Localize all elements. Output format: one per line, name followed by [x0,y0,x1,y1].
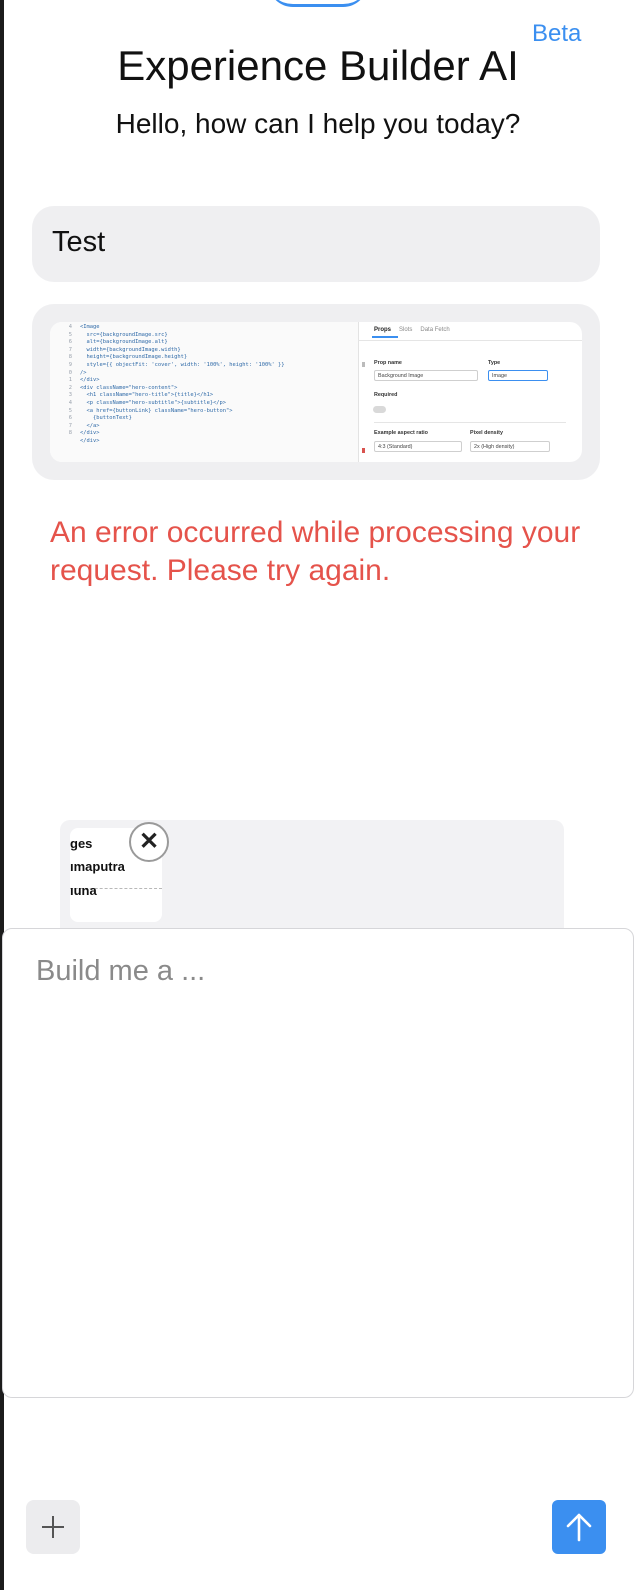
code-line: </div> [50,438,358,446]
attachment-text-line: ges [70,836,93,851]
code-line: 2 <div className="hero-content"> [50,385,358,393]
prompt-input[interactable] [36,955,596,1355]
code-line: 8 height={backgroundImage.height} [50,354,358,362]
page-subtitle: Hello, how can I help you today? [115,108,521,139]
code-text: {buttonText} [80,415,132,422]
code-line: 3 <h1 className="hero-title">{title}</h1… [50,392,358,400]
code-text: </div> [80,437,100,444]
prompt-composer [2,928,634,1398]
code-line: 0 /> [50,370,358,378]
send-button[interactable] [552,1500,606,1554]
code-text: </div> [80,377,100,384]
error-message: An error occurred while processing your … [50,516,581,587]
user-image-message: 4 <Image 5 src={backgroundImage.src} 6 alt=… [32,304,600,480]
logo-arc-icon [268,0,368,7]
code-line: 4 <Image [50,324,358,332]
required-label: Required [374,392,398,398]
code-text: src={backgroundImage.src} [80,331,168,338]
code-text: </a> [80,422,100,429]
aspect-ratio-label: Example aspect ratio [374,430,428,436]
prop-name-label: Prop name [374,360,402,366]
tab-data-fetch: Data Fetch [420,327,450,333]
attachment-text-line: ımaputra [70,859,125,874]
line-number: 6 [68,415,72,422]
arrow-up-icon [566,1513,592,1542]
code-text: width={backgroundImage.width} [80,346,181,353]
active-tab-indicator [372,336,398,338]
tab-slots: Slots [399,327,413,333]
line-number: 0 [68,369,72,376]
add-attachment-button[interactable] [26,1500,80,1554]
code-text: height={backgroundImage.height} [80,354,188,361]
code-text: alt={backgroundImage.alt} [80,339,168,346]
type-label: Type [488,360,501,366]
code-text: </div> [80,430,100,437]
pixel-density-label: Pixel density [470,430,503,436]
code-text: <a href={buttonLink} className="hero-but… [80,407,233,414]
code-editor-preview: 4 <Image 5 src={backgroundImage.src} 6 alt=… [50,322,359,462]
code-line: 4 <p className="hero-subtitle">{subtitle… [50,400,358,408]
line-number: 5 [68,331,72,338]
code-line: 5 src={backgroundImage.src} [50,332,358,340]
drag-handle-icon [362,362,365,367]
plus-icon [42,1516,64,1538]
code-text: <h1 className="hero-title">{title}</h1> [80,392,214,399]
code-line: 6 alt={backgroundImage.alt} [50,339,358,347]
line-number: 3 [68,392,72,399]
prop-name-field: Background Image [374,370,478,381]
line-number: 8 [68,430,72,437]
line-number: 4 [68,399,72,406]
code-line: 1 </div> [50,377,358,385]
aspect-ratio-select: 4:3 (Standard) [374,441,462,452]
code-text: style={{ objectFit: 'cover', width: '100… [80,361,285,368]
remove-attachment-button[interactable]: ✕ [129,822,169,862]
line-number: 1 [68,377,72,384]
attachment-text-line: ıuna [70,883,97,898]
line-number: 9 [68,361,72,368]
type-select: Image [488,370,548,381]
pixel-density-select: 2x (High density) [470,441,550,452]
user-message-text: Test [52,226,106,258]
tab-props: Props [374,327,392,333]
required-toggle [373,406,386,413]
line-number: 6 [68,339,72,346]
code-text: <p className="hero-subtitle">{subtitle}<… [80,399,227,406]
delete-icon [362,448,365,453]
divider [358,340,582,341]
user-message-bubble: Test [32,206,600,282]
code-text: /> [80,369,87,376]
code-text: <div className="hero-content"> [80,384,178,391]
code-line: 5 <a href={buttonLink} className="hero-b… [50,408,358,416]
props-tabs: Props Slots Data Fetch [374,327,450,333]
code-line: 7 </a> [50,423,358,431]
line-number: 7 [68,422,72,429]
page-title: Experience Builder AI [117,42,519,89]
line-number: 8 [68,354,72,361]
divider [374,422,566,423]
props-panel-preview: Props Slots Data Fetch Prop name Backgro… [358,322,582,462]
code-line: 6 {buttonText} [50,415,358,423]
line-number: 7 [68,346,72,353]
line-number: 2 [68,384,72,391]
line-number: 5 [68,407,72,414]
line-number: 4 [68,324,72,330]
code-text: <Image [80,324,100,330]
attached-screenshot[interactable]: 4 <Image 5 src={backgroundImage.src} 6 alt=… [50,322,582,462]
code-line: 7 width={backgroundImage.width} [50,347,358,355]
code-line: 9 style={{ objectFit: 'cover', width: '1… [50,362,358,370]
code-line: 8 </div> [50,430,358,438]
close-icon: ✕ [138,828,160,855]
